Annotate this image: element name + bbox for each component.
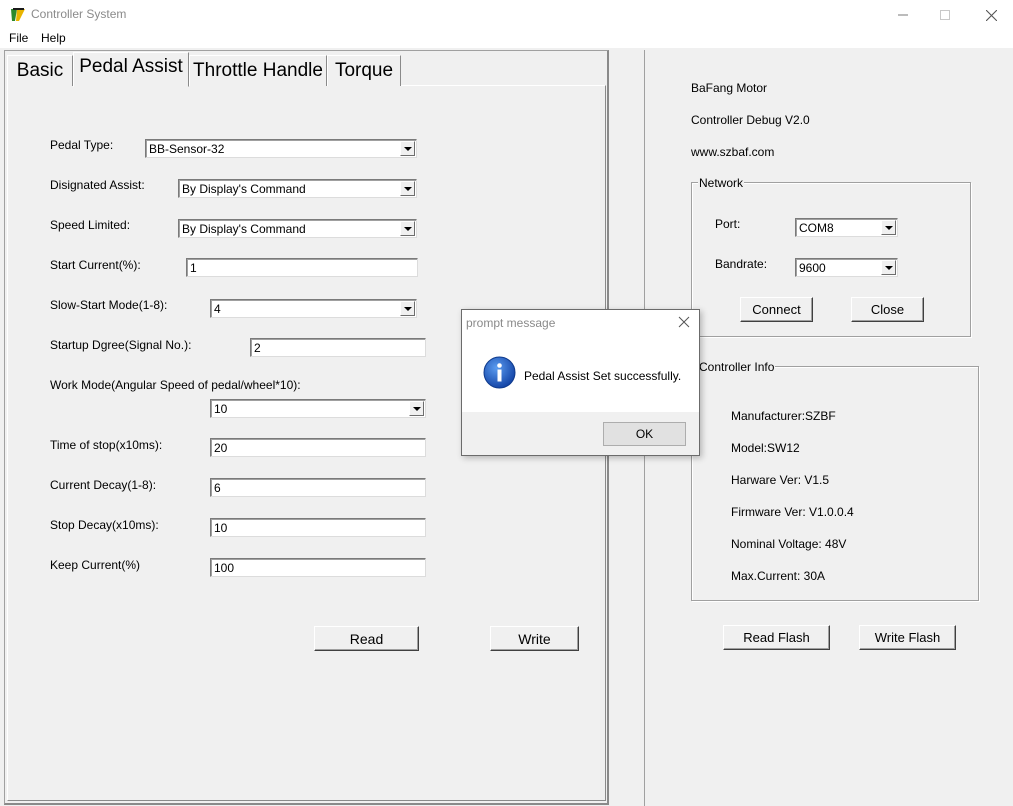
minimize-button[interactable]: [880, 0, 926, 30]
title-bar: Controller System: [0, 0, 1013, 30]
time-of-stop-label: Time of stop(x10ms):: [50, 438, 163, 452]
connect-button[interactable]: Connect: [740, 297, 813, 322]
time-of-stop-input[interactable]: 20: [210, 438, 426, 457]
keep-current-input[interactable]: 100: [210, 558, 426, 577]
write-flash-button[interactable]: Write Flash: [859, 625, 956, 650]
menu-help[interactable]: Help: [41, 31, 66, 45]
ok-button[interactable]: OK: [603, 422, 686, 446]
dropdown-button[interactable]: [400, 221, 415, 236]
tab-basic[interactable]: Basic: [7, 55, 73, 86]
tab-pedal-assist[interactable]: Pedal Assist: [73, 52, 189, 87]
chevron-down-icon: [403, 306, 412, 311]
window-close-button[interactable]: [968, 0, 1013, 30]
write-button[interactable]: Write: [490, 626, 579, 651]
keep-current-label: Keep Current(%): [50, 558, 141, 572]
keep-current-value: 100: [214, 561, 235, 575]
startup-degree-input[interactable]: 2: [250, 338, 426, 357]
pedal-type-label: Pedal Type:: [50, 138, 114, 152]
speed-limited-label: Speed Limited:: [50, 218, 131, 232]
current-decay-value: 6: [214, 481, 221, 495]
baudrate-value: 9600: [799, 261, 826, 275]
stop-decay-input[interactable]: 10: [210, 518, 426, 537]
product-version: Controller Debug V2.0: [691, 113, 810, 127]
chevron-down-icon: [884, 225, 893, 230]
designated-assist-label: Disignated Assist:: [50, 178, 145, 192]
dropdown-button[interactable]: [400, 301, 415, 316]
baudrate-select[interactable]: 9600: [795, 258, 898, 277]
pedal-type-select[interactable]: BB-Sensor-32: [145, 139, 417, 158]
stop-decay-label: Stop Decay(x10ms):: [50, 518, 159, 532]
dialog-title-bar[interactable]: prompt message: [462, 310, 699, 336]
current-decay-label: Current Decay(1-8):: [50, 478, 157, 492]
current-decay-input[interactable]: 6: [210, 478, 426, 497]
port-label: Port:: [715, 217, 741, 231]
chevron-down-icon: [884, 265, 893, 270]
dropdown-button[interactable]: [400, 141, 415, 156]
info-icon: [483, 356, 516, 389]
chevron-down-icon: [403, 186, 412, 191]
start-current-label: Start Current(%):: [50, 258, 141, 272]
port-value: COM8: [799, 221, 834, 235]
dropdown-button[interactable]: [881, 260, 896, 275]
slow-start-mode-label: Slow-Start Mode(1-8):: [50, 298, 168, 312]
pedal-type-value: BB-Sensor-32: [149, 142, 225, 156]
dropdown-button[interactable]: [409, 401, 424, 416]
work-mode-label: Work Mode(Angular Speed of pedal/wheel*1…: [50, 378, 301, 392]
app-logo-icon: [9, 6, 27, 24]
website: www.szbaf.com: [691, 145, 775, 159]
chevron-down-icon: [403, 226, 412, 231]
maximize-button[interactable]: [922, 0, 968, 30]
work-mode-value: 10: [214, 402, 228, 416]
tab-torque[interactable]: Torque: [327, 55, 401, 86]
model-text: Model:SW12: [731, 441, 800, 455]
minimize-icon: [898, 14, 908, 16]
dropdown-button[interactable]: [400, 181, 415, 196]
network-group-title: Network: [698, 176, 745, 190]
stop-decay-value: 10: [214, 521, 228, 535]
dialog-title: prompt message: [466, 316, 556, 330]
baudrate-label: Bandrate:: [715, 257, 768, 271]
slow-start-mode-select[interactable]: 4: [210, 299, 417, 318]
prompt-dialog: prompt message Pedal Assist Set successf…: [461, 309, 700, 456]
port-select[interactable]: COM8: [795, 218, 898, 237]
tab-throttle-handle[interactable]: Throttle Handle: [189, 55, 327, 86]
window-title: Controller System: [31, 7, 127, 21]
startup-degree-value: 2: [254, 341, 261, 355]
manufacturer-text: Manufacturer:SZBF: [731, 409, 836, 423]
start-current-input[interactable]: 1: [186, 258, 418, 277]
close-icon: [985, 9, 997, 21]
work-mode-select[interactable]: 10: [210, 399, 426, 418]
menu-bar: File Help: [0, 30, 1013, 48]
dialog-message: Pedal Assist Set successfully.: [524, 369, 682, 383]
speed-limited-select[interactable]: By Display's Command: [178, 219, 417, 238]
menu-file[interactable]: File: [9, 31, 28, 45]
read-flash-button[interactable]: Read Flash: [723, 625, 830, 650]
controller-info-title: Controller Info: [698, 360, 776, 374]
dialog-body: Pedal Assist Set successfully.: [462, 336, 699, 412]
close-connection-button[interactable]: Close: [851, 297, 924, 322]
company-name: BaFang Motor: [691, 81, 768, 95]
nominal-voltage-text: Nominal Voltage: 48V: [731, 537, 847, 551]
designated-assist-value: By Display's Command: [182, 182, 306, 196]
time-of-stop-value: 20: [214, 441, 228, 455]
read-button[interactable]: Read: [314, 626, 419, 651]
max-current-text: Max.Current: 30A: [731, 569, 826, 583]
hardware-version-text: Harware Ver: V1.5: [731, 473, 830, 487]
maximize-icon: [940, 10, 950, 20]
dropdown-button[interactable]: [881, 220, 896, 235]
chevron-down-icon: [412, 406, 421, 411]
speed-limited-value: By Display's Command: [182, 222, 306, 236]
startup-degree-label: Startup Dgree(Signal No.):: [50, 338, 192, 352]
firmware-version-text: Firmware Ver: V1.0.0.4: [731, 505, 854, 519]
designated-assist-select[interactable]: By Display's Command: [178, 179, 417, 198]
slow-start-mode-value: 4: [214, 302, 221, 316]
start-current-value: 1: [190, 261, 197, 275]
close-icon[interactable]: [676, 314, 692, 330]
chevron-down-icon: [403, 146, 412, 151]
